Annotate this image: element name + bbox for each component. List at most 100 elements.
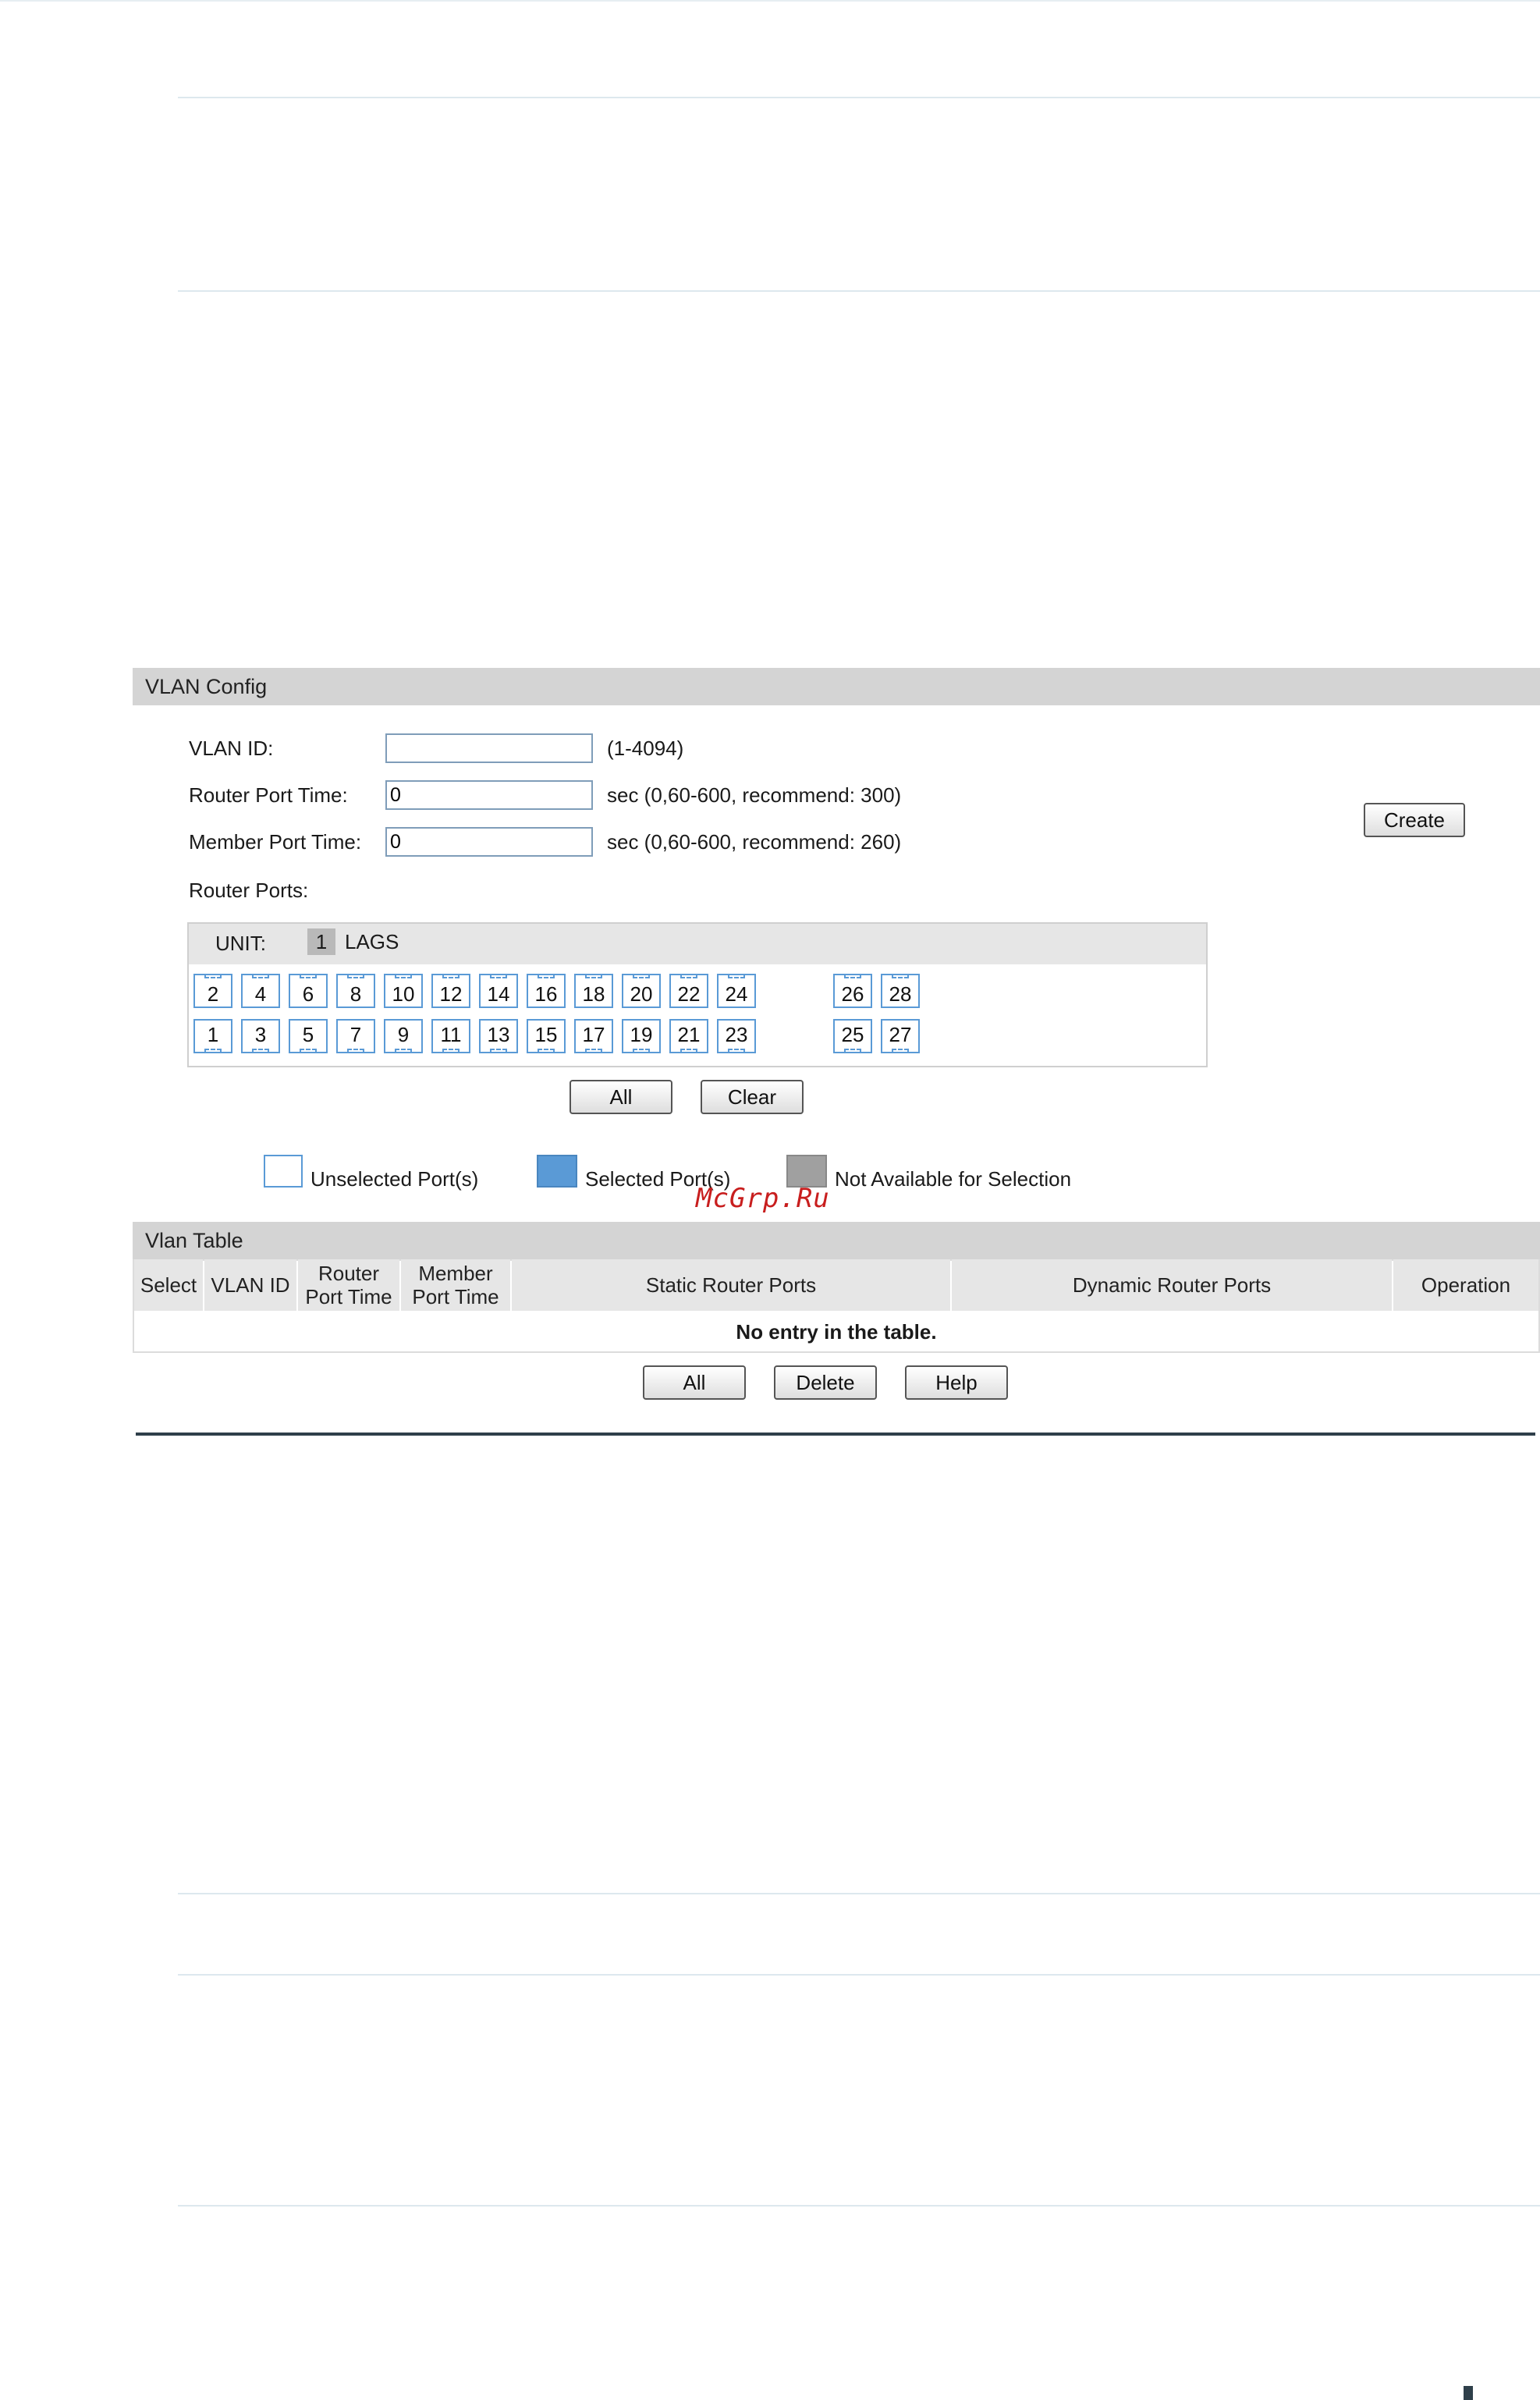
vlan-table-title: Vlan Table bbox=[145, 1229, 243, 1252]
port-label: 22 bbox=[677, 982, 701, 1006]
port-10[interactable]: 10 bbox=[384, 974, 423, 1008]
column-header-router-port-time: Router Port Time bbox=[298, 1259, 399, 1311]
port-label: 25 bbox=[841, 1023, 864, 1046]
divider bbox=[178, 290, 1540, 292]
port-notch bbox=[844, 1049, 861, 1053]
router-port-time-label: Router Port Time: bbox=[189, 783, 348, 807]
port-label: 9 bbox=[397, 1023, 410, 1046]
port-label: 2 bbox=[207, 982, 219, 1006]
column-header-select: Select bbox=[134, 1259, 203, 1311]
vlan-config-title: VLAN Config bbox=[145, 675, 268, 698]
port-7[interactable]: 7 bbox=[336, 1019, 375, 1053]
select-all-ports-button[interactable]: All bbox=[570, 1080, 672, 1114]
port-26[interactable]: 26 bbox=[833, 974, 872, 1008]
port-notch bbox=[442, 974, 460, 978]
vlan-id-input[interactable] bbox=[385, 733, 593, 763]
port-14[interactable]: 14 bbox=[479, 974, 518, 1008]
port-1[interactable]: 1 bbox=[193, 1019, 232, 1053]
port-notch bbox=[252, 1049, 269, 1053]
port-18[interactable]: 18 bbox=[574, 974, 613, 1008]
port-8[interactable]: 8 bbox=[336, 974, 375, 1008]
port-5[interactable]: 5 bbox=[289, 1019, 328, 1053]
select-all-rows-button[interactable]: All bbox=[643, 1365, 746, 1400]
port-notch bbox=[252, 974, 269, 978]
port-label: 10 bbox=[392, 982, 415, 1006]
figure-bottom-rule bbox=[136, 1433, 1535, 1436]
port-label: 20 bbox=[630, 982, 653, 1006]
member-port-time-label: Member Port Time: bbox=[189, 830, 362, 854]
router-port-time-hint: sec (0,60-600, recommend: 300) bbox=[607, 783, 902, 807]
divider bbox=[178, 1893, 1540, 1894]
router-port-time-input[interactable] bbox=[385, 780, 593, 810]
port-notch bbox=[490, 974, 507, 978]
port-27[interactable]: 27 bbox=[881, 1019, 920, 1053]
port-12[interactable]: 12 bbox=[431, 974, 470, 1008]
port-9[interactable]: 9 bbox=[384, 1019, 423, 1053]
port-notch bbox=[680, 1049, 697, 1053]
port-3[interactable]: 3 bbox=[241, 1019, 280, 1053]
port-6[interactable]: 6 bbox=[289, 974, 328, 1008]
port-label: 18 bbox=[582, 982, 605, 1006]
port-23[interactable]: 23 bbox=[717, 1019, 756, 1053]
port-21[interactable]: 21 bbox=[669, 1019, 708, 1053]
port-notch bbox=[892, 1049, 909, 1053]
port-label: 28 bbox=[889, 982, 912, 1006]
port-13[interactable]: 13 bbox=[479, 1019, 518, 1053]
column-header-vlan-id: VLAN ID bbox=[204, 1259, 296, 1311]
port-22[interactable]: 22 bbox=[669, 974, 708, 1008]
port-label: 8 bbox=[350, 982, 362, 1006]
port-notch bbox=[347, 1049, 364, 1053]
lags-tab[interactable]: LAGS bbox=[345, 930, 399, 954]
help-button[interactable]: Help bbox=[905, 1365, 1008, 1400]
port-4[interactable]: 4 bbox=[241, 974, 280, 1008]
port-notch bbox=[585, 974, 602, 978]
port-notch bbox=[300, 1049, 317, 1053]
port-2[interactable]: 2 bbox=[193, 974, 232, 1008]
port-label: 1 bbox=[207, 1023, 219, 1046]
port-label: 15 bbox=[534, 1023, 558, 1046]
port-notch bbox=[442, 1049, 460, 1053]
port-label: 23 bbox=[725, 1023, 748, 1046]
port-19[interactable]: 19 bbox=[622, 1019, 661, 1053]
divider bbox=[178, 2205, 1540, 2207]
port-label: 12 bbox=[439, 982, 463, 1006]
delete-button[interactable]: Delete bbox=[774, 1365, 877, 1400]
port-notch bbox=[633, 974, 650, 978]
port-17[interactable]: 17 bbox=[574, 1019, 613, 1053]
legend-not-available-label: Not Available for Selection bbox=[835, 1167, 1072, 1191]
port-notch bbox=[728, 1049, 745, 1053]
column-header-operation: Operation bbox=[1393, 1259, 1538, 1311]
vlan-config-header: VLAN Config bbox=[133, 668, 1540, 705]
port-15[interactable]: 15 bbox=[527, 1019, 566, 1053]
legend-unselected-label: Unselected Port(s) bbox=[310, 1167, 479, 1191]
clear-ports-button[interactable]: Clear bbox=[701, 1080, 804, 1114]
create-button[interactable]: Create bbox=[1364, 803, 1465, 837]
unselected-port-icon bbox=[264, 1155, 303, 1188]
port-notch bbox=[728, 974, 745, 978]
divider bbox=[178, 97, 1540, 98]
port-label: 16 bbox=[534, 982, 558, 1006]
selected-port-icon bbox=[537, 1155, 577, 1188]
table-empty-message: No entry in the table. bbox=[736, 1320, 937, 1344]
column-header-static-router-ports: Static Router Ports bbox=[512, 1259, 950, 1311]
port-25[interactable]: 25 bbox=[833, 1019, 872, 1053]
port-notch bbox=[538, 974, 555, 978]
port-20[interactable]: 20 bbox=[622, 974, 661, 1008]
port-28[interactable]: 28 bbox=[881, 974, 920, 1008]
port-label: 19 bbox=[630, 1023, 653, 1046]
port-24[interactable]: 24 bbox=[717, 974, 756, 1008]
port-label: 21 bbox=[677, 1023, 701, 1046]
vlan-table-header: Vlan Table bbox=[133, 1222, 1540, 1259]
unit-label: UNIT: bbox=[215, 932, 266, 955]
column-header-dynamic-router-ports: Dynamic Router Ports bbox=[952, 1259, 1392, 1311]
port-16[interactable]: 16 bbox=[527, 974, 566, 1008]
port-notch bbox=[844, 974, 861, 978]
port-notch bbox=[538, 1049, 555, 1053]
port-label: 3 bbox=[254, 1023, 267, 1046]
port-notch bbox=[204, 1049, 222, 1053]
port-11[interactable]: 11 bbox=[431, 1019, 470, 1053]
unit-selector[interactable]: 1 bbox=[307, 928, 335, 955]
member-port-time-input[interactable] bbox=[385, 827, 593, 857]
port-label: 5 bbox=[302, 1023, 314, 1046]
vlan-id-label: VLAN ID: bbox=[189, 737, 274, 760]
